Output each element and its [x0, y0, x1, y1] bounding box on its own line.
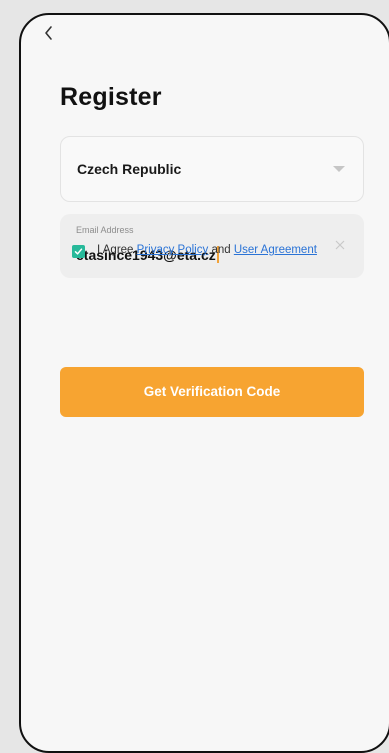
- back-arrow-icon[interactable]: [41, 23, 63, 45]
- get-verification-code-button[interactable]: Get Verification Code: [60, 367, 364, 417]
- phone-frame: Register Czech Republic Email Address et…: [19, 13, 389, 753]
- user-agreement-link[interactable]: User Agreement: [234, 244, 317, 256]
- clear-x-icon[interactable]: [334, 238, 346, 250]
- agree-prefix: I Agree: [97, 244, 134, 256]
- caret-down-icon: [333, 166, 345, 172]
- agreement-text: I Agree Privacy Policy and User Agreemen…: [97, 244, 317, 256]
- country-selector[interactable]: Czech Republic: [60, 136, 364, 202]
- privacy-policy-link[interactable]: Privacy Policy: [137, 244, 209, 256]
- page-title: Register: [60, 83, 162, 111]
- country-label: Czech Republic: [77, 161, 182, 177]
- agree-checkbox[interactable]: [72, 245, 85, 258]
- agree-and: and: [211, 244, 231, 256]
- email-floating-label: Email Address: [76, 225, 134, 235]
- check-icon: [74, 248, 83, 255]
